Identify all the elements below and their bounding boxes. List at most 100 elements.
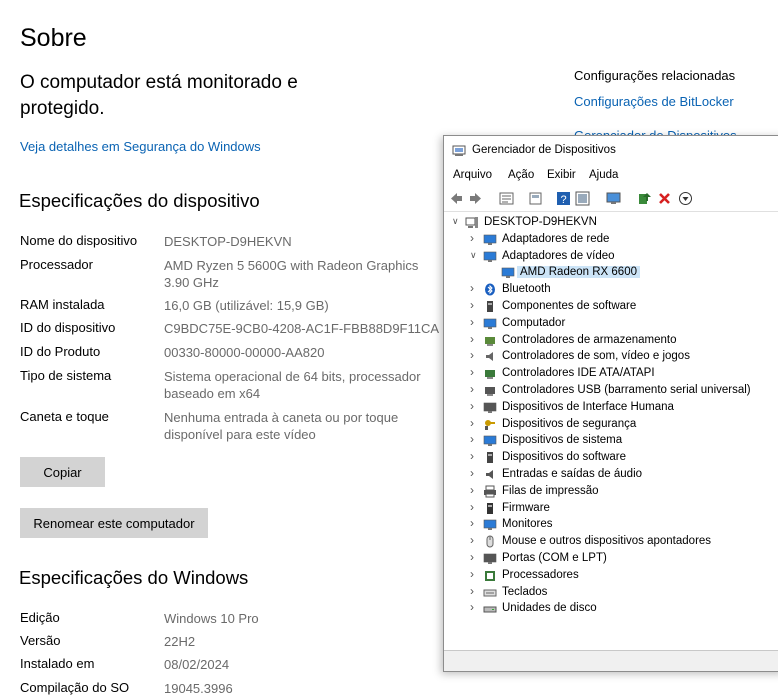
page-title: Sobre (20, 24, 87, 52)
security-details-link[interactable]: Veja detalhes em Segurança do Windows (20, 139, 261, 154)
uninstall-icon[interactable] (657, 191, 672, 206)
processor-icon (485, 570, 495, 581)
chevron-right-icon[interactable]: › (470, 600, 480, 614)
tree-item-label: Unidades de disco (502, 602, 597, 615)
tree-item-label: Firmware (502, 501, 550, 514)
hid-icon (483, 402, 497, 413)
chevron-right-icon[interactable]: › (470, 584, 480, 598)
tree-item-label: Controladores USB (barramento serial uni… (502, 384, 751, 396)
root-label: DESKTOP-D9HEKVN (484, 216, 597, 228)
protection-line-2: protegido. (20, 98, 105, 119)
menu-exibir[interactable]: Exibir (547, 169, 576, 181)
spec-value-line: 16,0 GB (utilizável: 15,9 GB) (164, 298, 329, 313)
chevron-down-icon[interactable]: ∨ (452, 216, 462, 228)
security-device-icon (485, 419, 495, 430)
tree-item-label: Controladores de armazenamento (502, 333, 677, 346)
rename-computer-button[interactable]: Renomear este computador (20, 508, 208, 538)
windows-spec-value: 22H2 (164, 634, 196, 649)
system-device-icon (483, 436, 497, 447)
protection-status: O computador está monitorado e protegido… (20, 70, 320, 122)
spec-value-line: AMD Ryzen 5 5600G with Radeon Graphics (164, 258, 419, 273)
status-bar (444, 650, 778, 671)
mouse-icon (486, 535, 494, 548)
spec-value-line: 3.90 GHz (164, 275, 219, 290)
update-driver-icon[interactable] (637, 191, 652, 206)
tree-item-label: Adaptadores de rede (502, 232, 610, 245)
chevron-right-icon[interactable]: › (470, 550, 480, 564)
tree-item-label: Adaptadores de vídeo (502, 249, 615, 262)
copy-button[interactable]: Copiar (20, 457, 105, 487)
chevron-right-icon[interactable]: › (470, 483, 480, 497)
related-settings-heading: Configurações relacionadas (574, 68, 736, 83)
tree-item-label: Bluetooth (502, 283, 551, 296)
chevron-right-icon[interactable]: › (470, 516, 480, 530)
chevron-right-icon[interactable]: › (470, 281, 480, 295)
chevron-right-icon[interactable]: › (470, 382, 480, 396)
device-manager-window[interactable]: Gerenciador de Dispositivos Arquivo Ação… (443, 135, 778, 672)
back-icon[interactable] (449, 191, 464, 206)
spec-value: Nenhuma entrada à caneta ou por toque dis… (164, 409, 398, 443)
software-component-icon (487, 301, 493, 312)
windows-spec-label: Versão (20, 633, 61, 648)
software-device-icon (487, 452, 493, 464)
spec-value: 16,0 GB (utilizável: 15,9 GB) (164, 297, 329, 314)
chevron-right-icon[interactable]: › (470, 365, 480, 379)
monitor-icon[interactable] (606, 191, 621, 206)
menu-arquivo[interactable]: Arquivo (453, 169, 492, 181)
properties-icon[interactable] (499, 191, 514, 206)
forward-icon[interactable] (468, 191, 483, 206)
title-bar[interactable]: Gerenciador de Dispositivos (444, 136, 778, 166)
show-hidden-icon[interactable] (575, 191, 590, 206)
chevron-right-icon[interactable]: › (470, 432, 480, 446)
spec-label: Tipo de sistema (20, 368, 112, 383)
chevron-right-icon[interactable]: › (470, 567, 480, 581)
windows-spec-label: Instalado em (20, 656, 95, 671)
chevron-right-icon[interactable]: › (470, 332, 480, 346)
tree-item-label: Controladores de som, vídeo e jogos (502, 350, 690, 363)
audio-io-icon (486, 470, 493, 479)
tree-item-label: Entradas e saídas de áudio (502, 468, 643, 480)
chevron-right-icon[interactable]: › (470, 231, 480, 245)
tree-item-label: AMD Radeon RX 6600 (517, 266, 640, 279)
display-adapter-icon (501, 268, 515, 279)
download-icon[interactable] (678, 191, 693, 206)
spec-value-line: Nenhuma entrada à caneta ou por toque (164, 410, 399, 425)
chevron-down-icon[interactable]: ∨ (470, 250, 480, 262)
tree-item-label: Monitores (502, 518, 553, 531)
chevron-right-icon[interactable]: › (470, 449, 480, 463)
tree-item-label: Dispositivos de segurança (502, 417, 637, 430)
spec-label: Nome do dispositivo (20, 233, 138, 248)
chevron-right-icon[interactable]: › (470, 416, 480, 430)
tree-item-label: Dispositivos do software (502, 451, 626, 464)
network-adapter-icon (483, 234, 497, 245)
spec-label: Processador (20, 257, 93, 272)
toolbar: ? (444, 187, 778, 212)
help-icon[interactable]: ? (556, 191, 571, 206)
chevron-right-icon[interactable]: › (470, 298, 480, 312)
tree-item-label: Filas de impressão (502, 484, 599, 497)
disk-drive-icon (483, 606, 497, 613)
windows-specs-heading: Especificações do Windows (19, 567, 249, 588)
menu-ajuda[interactable]: Ajuda (589, 169, 618, 181)
computer-icon (465, 217, 478, 228)
chevron-right-icon[interactable]: › (470, 500, 480, 514)
menu-acao[interactable]: Ação (508, 169, 534, 181)
chevron-right-icon[interactable]: › (470, 348, 480, 362)
ide-controller-icon (485, 370, 495, 380)
bitlocker-link[interactable]: Configurações de BitLocker (574, 94, 734, 109)
chevron-right-icon[interactable]: › (470, 399, 480, 413)
spec-value-line: disponível para este vídeo (164, 427, 316, 442)
printer-icon (484, 485, 496, 498)
spec-value: C9BDC75E-9CB0-4208-AC1F-FBB88D9F11CA (164, 320, 439, 337)
view-icon[interactable] (528, 191, 543, 206)
computer-icon (483, 318, 497, 329)
display-adapter-icon (483, 251, 497, 262)
storage-controller-icon (485, 336, 495, 346)
chevron-right-icon[interactable]: › (470, 315, 480, 329)
chevron-right-icon[interactable]: › (470, 533, 480, 547)
spec-value-line: baseado em x64 (164, 386, 261, 401)
device-specs-heading: Especificações do dispositivo (19, 190, 260, 211)
firmware-icon (487, 502, 493, 514)
bluetooth-icon (485, 283, 495, 296)
chevron-right-icon[interactable]: › (470, 466, 480, 480)
